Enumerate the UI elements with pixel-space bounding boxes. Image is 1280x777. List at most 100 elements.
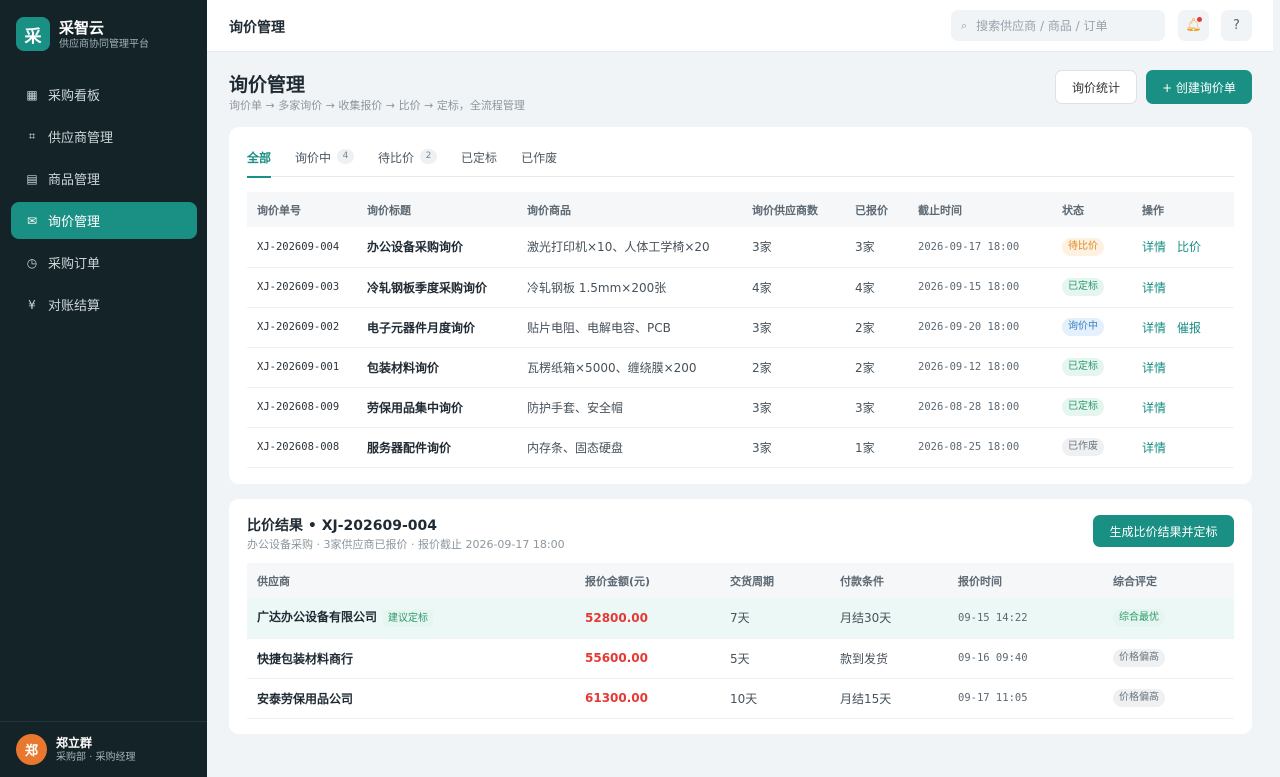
sidebar-item-3[interactable]: ✉ 询价管理	[11, 202, 197, 239]
brand[interactable]: 采 采智云 供应商协同管理平台	[16, 17, 149, 51]
clock-icon: ◷	[26, 255, 38, 270]
inquiry-table: 询价单号 询价标题 询价商品 询价供应商数 已报价 截止时间 状态 操作 XJ-202609-…	[247, 192, 1234, 468]
inquiry-code: XJ-202608-009	[247, 387, 357, 428]
inquiry-title: 办公设备采购询价	[357, 227, 517, 268]
deadline: 2026-09-15 18:00	[908, 267, 1052, 308]
action-link[interactable]: 详情	[1142, 240, 1166, 254]
tab-2[interactable]: 待比价 2	[378, 149, 438, 177]
generate-award-button[interactable]: 生成比价结果并定标	[1093, 515, 1234, 547]
sidebar-item-0[interactable]: ▦ 采购看板	[11, 76, 197, 113]
comparison-subtitle: 办公设备采购 · 3家供应商已报价 · 报价截止 2026-09-17 18:0…	[247, 538, 565, 551]
mail-icon: ✉	[26, 213, 38, 228]
table-row[interactable]: XJ-202609-004 办公设备采购询价 激光打印机×10、人体工学椅×20 3家…	[247, 227, 1234, 268]
delivery-period: 10天	[720, 678, 830, 719]
inquiry-items: 防护手套、安全帽	[517, 387, 742, 428]
column-header: 报价金额(元)	[575, 563, 720, 598]
topbar-title: 询价管理	[229, 20, 285, 36]
notification-dot	[1197, 17, 1202, 22]
column-header: 询价商品	[517, 192, 742, 227]
quote-price: 52800.00	[575, 598, 720, 639]
status-badge: 已定标	[1062, 358, 1104, 376]
tab-1[interactable]: 询价中 4	[295, 149, 355, 177]
search-placeholder: 搜索供应商 / 商品 / 订单	[976, 19, 1108, 33]
status-badge: 已作废	[1062, 438, 1104, 456]
actions-cell: 详情 催报	[1132, 307, 1234, 348]
table-row[interactable]: XJ-202609-001 包装材料询价 瓦楞纸箱×5000、缠绕膜×200 2家 2家…	[247, 347, 1234, 388]
quote-time: 09-15 14:22	[948, 598, 1103, 639]
actions-cell: 详情 比价	[1132, 227, 1234, 268]
column-header: 操作	[1132, 192, 1234, 227]
rating-cell: 综合最优	[1103, 598, 1234, 639]
action-link[interactable]: 详情	[1142, 281, 1166, 295]
column-header: 报价时间	[948, 563, 1103, 598]
inquiry-title: 服务器配件询价	[357, 427, 517, 468]
table-row[interactable]: 广达办公设备有限公司 建议定标 52800.00 7天 月结30天 09-15 14:22…	[247, 598, 1234, 639]
list-icon: ▤	[26, 171, 38, 186]
action-link[interactable]: 详情	[1142, 321, 1166, 335]
action-link[interactable]: 催报	[1177, 321, 1201, 335]
search-input[interactable]: ⌕ 搜索供应商 / 商品 / 订单	[951, 10, 1165, 41]
sidebar-item-4[interactable]: ◷ 采购订单	[11, 244, 197, 281]
quoted-count: 4家	[845, 267, 908, 308]
supplier-cell: 广达办公设备有限公司 建议定标	[247, 598, 575, 639]
status-badge: 已定标	[1062, 398, 1104, 416]
deadline: 2026-09-17 18:00	[908, 227, 1052, 268]
supplier-name: 快捷包装材料商行	[257, 651, 354, 666]
delivery-period: 7天	[720, 598, 830, 639]
deadline: 2026-09-20 18:00	[908, 307, 1052, 348]
column-header: 截止时间	[908, 192, 1052, 227]
status-cell: 已作废	[1052, 427, 1132, 468]
rating-badge: 综合最优	[1113, 608, 1165, 627]
sidebar-item-5[interactable]: ¥ 对账结算	[11, 286, 197, 323]
sidebar-item-label: 采购订单	[48, 257, 101, 272]
inquiry-items: 冷轧钢板 1.5mm×200张	[517, 267, 742, 308]
table-row[interactable]: 安泰劳保用品公司 61300.00 10天 月结15天 09-17 11:05 价格偏高	[247, 678, 1234, 719]
supplier-count: 4家	[742, 267, 845, 308]
table-row[interactable]: XJ-202608-009 劳保用品集中询价 防护手套、安全帽 3家 3家 2026-08…	[247, 387, 1234, 428]
status-cell: 已定标	[1052, 347, 1132, 388]
deadline: 2026-09-12 18:00	[908, 347, 1052, 388]
table-row[interactable]: XJ-202608-008 服务器配件询价 内存条、固态硬盘 3家 1家 2026-08-…	[247, 427, 1234, 468]
action-link[interactable]: 详情	[1142, 361, 1166, 375]
stats-button[interactable]: 询价统计	[1055, 70, 1137, 104]
sidebar-item-2[interactable]: ▤ 商品管理	[11, 160, 197, 197]
action-link[interactable]: 详情	[1142, 401, 1166, 415]
app-name: 采智云	[59, 18, 105, 37]
inquiry-title: 电子元器件月度询价	[357, 307, 517, 348]
actions-cell: 详情	[1132, 347, 1234, 388]
tab-0[interactable]: 全部	[247, 149, 272, 178]
action-link[interactable]: 详情	[1142, 441, 1166, 455]
sidebar-item-label: 采购看板	[48, 89, 101, 104]
supplier-name: 安泰劳保用品公司	[257, 691, 354, 706]
help-button[interactable]: ?	[1221, 10, 1252, 41]
user-name: 郑立群	[56, 735, 93, 750]
inquiry-items: 内存条、固态硬盘	[517, 427, 742, 468]
table-row[interactable]: XJ-202609-002 电子元器件月度询价 贴片电阻、电解电容、PCB 3家 2家 2…	[247, 307, 1234, 348]
status-cell: 已定标	[1052, 267, 1132, 308]
sidebar-item-label: 供应商管理	[48, 131, 114, 146]
payment-terms: 款到发货	[830, 638, 948, 679]
table-row[interactable]: XJ-202609-003 冷轧钢板季度采购询价 冷轧钢板 1.5mm×200张 4家…	[247, 267, 1234, 308]
user-role: 采购部 · 采购经理	[56, 751, 136, 763]
supplier-count: 3家	[742, 427, 845, 468]
action-link[interactable]: 比价	[1177, 240, 1201, 254]
quote-price: 61300.00	[575, 678, 720, 719]
inquiry-items: 贴片电阻、电解电容、PCB	[517, 307, 742, 348]
tab-count-badge: 4	[337, 149, 355, 164]
table-row[interactable]: 快捷包装材料商行 55600.00 5天 款到发货 09-16 09:40 价格偏高	[247, 638, 1234, 679]
user-profile[interactable]: 郑 郑立群 采购部 · 采购经理	[0, 721, 207, 777]
comparison-card: 比价结果 • XJ-202609-004 办公设备采购 · 3家供应商已报价 ·…	[229, 499, 1252, 734]
notification-button[interactable]: 🔔︎	[1178, 10, 1209, 41]
create-inquiry-button[interactable]: + 创建询价单	[1146, 70, 1252, 104]
avatar: 郑	[16, 734, 47, 765]
comparison-table: 供应商 报价金额(元) 交货周期 付款条件 报价时间 综合评定 广达办公设备有限公司 建议定…	[247, 563, 1234, 719]
inquiry-code: XJ-202608-008	[247, 427, 357, 468]
tab-4[interactable]: 已作废	[521, 149, 557, 177]
sidebar-item-1[interactable]: ⌗ 供应商管理	[11, 118, 197, 155]
quoted-count: 1家	[845, 427, 908, 468]
inquiry-items: 瓦楞纸箱×5000、缠绕膜×200	[517, 347, 742, 388]
inquiry-items: 激光打印机×10、人体工学椅×20	[517, 227, 742, 268]
tab-3[interactable]: 已定标	[461, 149, 497, 177]
quoted-count: 2家	[845, 307, 908, 348]
column-header: 状态	[1052, 192, 1132, 227]
